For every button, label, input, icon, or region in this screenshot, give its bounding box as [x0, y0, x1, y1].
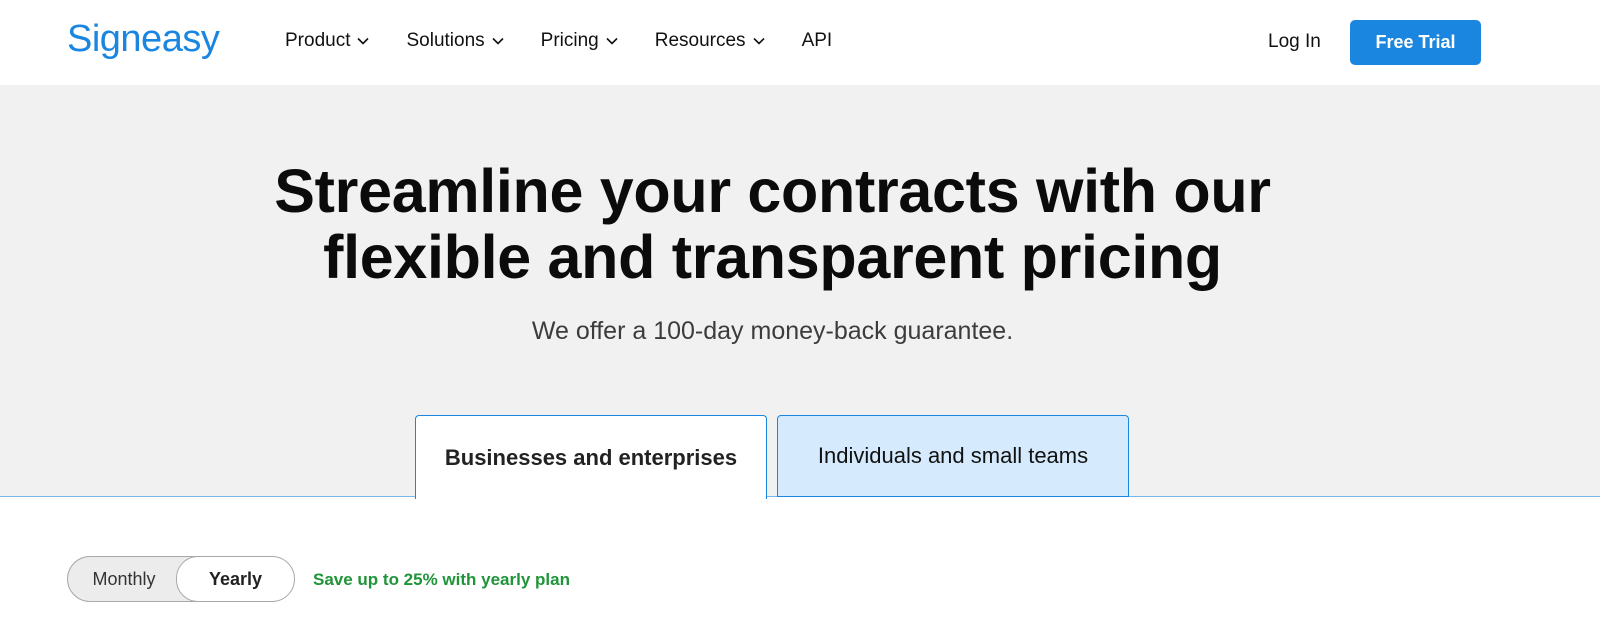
nav-item-resources[interactable]: Resources [655, 30, 766, 52]
nav-item-api[interactable]: API [802, 30, 833, 52]
billing-period-toggle[interactable]: Monthly Yearly [67, 556, 295, 602]
nav-item-pricing[interactable]: Pricing [541, 30, 619, 52]
nav-item-label: Pricing [540, 30, 599, 51]
page-title-line-1: Streamline your contracts with our [274, 157, 1271, 225]
signeasy-logo[interactable]: Signeasy [67, 18, 220, 61]
chevron-down-icon [752, 34, 766, 48]
site-header: Signeasy Product Solutions Pricing Resou… [0, 0, 1600, 85]
billing-option-yearly[interactable]: Yearly [176, 557, 294, 601]
nav-item-label: Resources [654, 30, 746, 51]
nav-item-product[interactable]: Product [285, 30, 370, 52]
main-nav: Product Solutions Pricing Resources API [285, 30, 868, 52]
page-subtitle: We offer a 100-day money-back guarantee. [531, 317, 1014, 345]
nav-item-label: API [801, 30, 833, 51]
tab-individuals-small-teams[interactable]: Individuals and small teams [777, 415, 1129, 497]
nav-item-label: Product [285, 30, 351, 51]
yearly-savings-note: Save up to 25% with yearly plan [313, 570, 570, 589]
chevron-down-icon [605, 34, 619, 48]
chevron-down-icon [356, 34, 370, 48]
billing-option-monthly[interactable]: Monthly [68, 557, 180, 601]
tab-businesses-enterprises[interactable]: Businesses and enterprises [415, 415, 767, 499]
nav-item-solutions[interactable]: Solutions [406, 30, 504, 52]
page-title: Streamline your contracts with our flexi… [0, 158, 1545, 290]
free-trial-button[interactable]: Free Trial [1350, 20, 1481, 65]
page-title-line-2: flexible and transparent pricing [323, 223, 1222, 291]
login-link[interactable]: Log In [1268, 31, 1321, 53]
nav-item-label: Solutions [406, 30, 485, 51]
chevron-down-icon [491, 34, 505, 48]
